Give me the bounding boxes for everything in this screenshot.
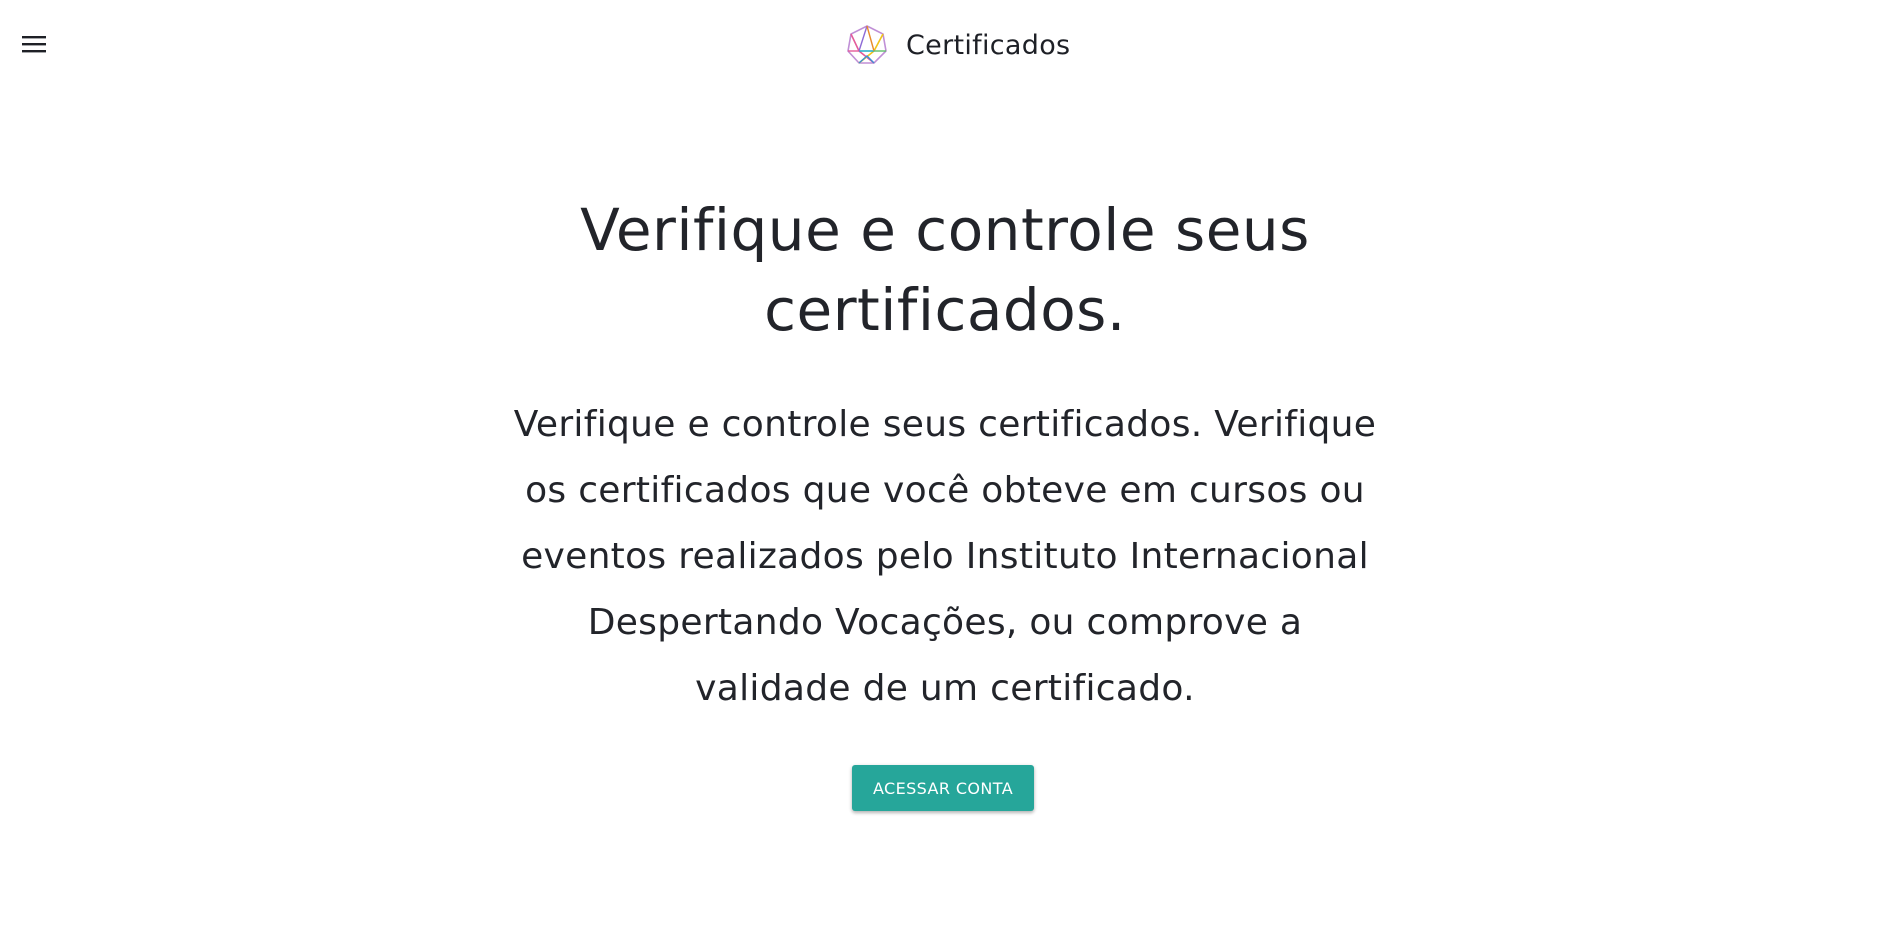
geometric-polyhedron-logo-icon	[846, 24, 888, 66]
brand-home-link[interactable]: Certificados	[846, 24, 1070, 66]
hero-section: Verifique e controle seus certificados. …	[470, 190, 1420, 722]
page: Certificados Verifique e controle seus c…	[0, 0, 1891, 932]
menu-button[interactable]	[14, 24, 54, 64]
hero-description: Verifique e controle seus certificados. …	[513, 404, 1377, 709]
hero-title: Verifique e controle seus certificados.	[580, 196, 1310, 344]
app-title: Certificados	[906, 29, 1071, 61]
access-account-button[interactable]: ACESSAR CONTA	[852, 765, 1034, 811]
cta-container: ACESSAR CONTA	[0, 765, 1891, 811]
hamburger-menu-icon	[22, 35, 46, 53]
